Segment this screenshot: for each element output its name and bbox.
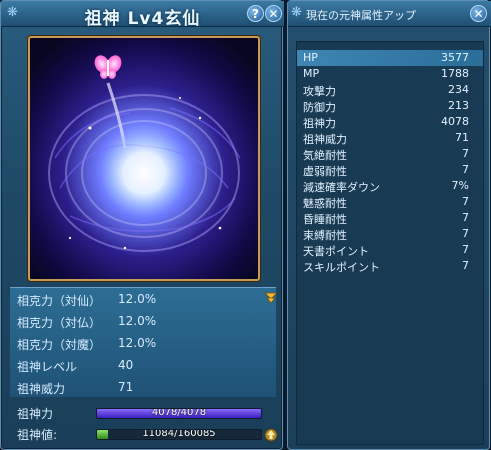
power-bar-text: 4078/4078 xyxy=(151,408,207,418)
attribute-list: HP 3577 MP 1788 攻撃力 234 防御力 213 祖神力 4078… xyxy=(296,41,484,445)
stats-list: 相克力（対仙） 12.0% 相克力（対仏） 12.0% 相克力（対魔） 12.0… xyxy=(10,287,278,398)
attribute-value: 7 xyxy=(462,147,469,160)
attribute-label: 防御力 xyxy=(303,101,336,114)
attribute-value: 7 xyxy=(462,243,469,256)
power-bar-label: 祖神力 xyxy=(17,407,54,421)
help-button[interactable]: ? xyxy=(247,5,264,22)
power-bar-row: 祖神力 4078/4078 xyxy=(10,404,276,422)
attribute-row[interactable]: 昏睡耐性 7 xyxy=(297,210,483,226)
attribute-row[interactable]: 気絶耐性 7 xyxy=(297,146,483,162)
attribute-value: 4078 xyxy=(441,115,469,128)
stat-value: 12.0% xyxy=(118,336,157,350)
attribute-value: 7 xyxy=(462,259,469,272)
stat-row: 相克力（対魔） 12.0% xyxy=(10,334,276,354)
attribute-value: 213 xyxy=(448,99,469,112)
window-title: 祖神 Lv4玄仙 xyxy=(84,9,201,29)
exp-bar: 11084/160085 xyxy=(96,429,262,440)
stat-value: 12.0% xyxy=(118,314,157,328)
stat-value: 12.0% xyxy=(118,292,157,306)
title-bar[interactable]: ❋ 祖神 Lv4玄仙 ? ✕ xyxy=(1,1,284,29)
rp-close-button[interactable]: ✕ xyxy=(470,5,487,22)
attribute-value: 1788 xyxy=(441,67,469,80)
attribute-label: HP xyxy=(303,51,318,64)
stat-label: 祖神レベル xyxy=(17,360,78,374)
exp-bar-label: 祖神値: xyxy=(17,428,58,442)
attribute-value: 7 xyxy=(462,211,469,224)
attribute-row[interactable]: 攻撃力 234 xyxy=(297,82,483,98)
attribute-label: 減速確率ダウン xyxy=(303,181,380,194)
stat-value: 40 xyxy=(118,358,134,372)
attribute-label: 祖神力 xyxy=(303,117,336,130)
attribute-value: 7 xyxy=(462,227,469,240)
stat-row: 祖神レベル 40 xyxy=(10,356,276,376)
attribute-label: 攻撃力 xyxy=(303,85,336,98)
stat-label: 相克力（対魔） xyxy=(17,338,102,352)
attribute-label: 虚弱耐性 xyxy=(303,165,347,178)
power-bar: 4078/4078 xyxy=(96,408,262,419)
spirit-orb-image xyxy=(30,38,258,279)
attribute-row[interactable]: 天書ポイント 7 xyxy=(297,242,483,258)
attribute-value: 3577 xyxy=(441,51,469,64)
dropdown-arrow-icon[interactable] xyxy=(264,291,278,305)
attribute-row[interactable]: 束縛耐性 7 xyxy=(297,226,483,242)
attribute-label: MP xyxy=(303,67,320,80)
rp-title-bar[interactable]: ❋ 現在の元神属性アップ ✕ xyxy=(288,1,491,27)
attribute-row[interactable]: MP 1788 xyxy=(297,66,483,82)
attribute-label: 祖神威力 xyxy=(303,133,347,146)
exp-bar-text: 11084/160085 xyxy=(142,429,216,439)
attribute-label: 昏睡耐性 xyxy=(303,213,347,226)
attribute-value: 7% xyxy=(451,179,469,192)
stat-label: 相克力（対仙） xyxy=(17,294,102,308)
attribute-row[interactable]: 祖神力 4078 xyxy=(297,114,483,130)
exp-bar-row: 祖神値: 11084/160085 xyxy=(10,425,278,443)
attribute-value: 7 xyxy=(462,163,469,176)
attribute-label: 天書ポイント xyxy=(303,245,369,258)
level-up-icon[interactable] xyxy=(264,428,278,442)
attribute-row[interactable]: HP 3577 xyxy=(297,50,483,66)
attribute-bonus-window: ❋ 現在の元神属性アップ ✕ HP 3577 MP 1788 攻撃力 234 防… xyxy=(287,0,491,450)
rp-window-title: 現在の元神属性アップ xyxy=(306,9,416,22)
stat-label: 祖神威力 xyxy=(17,382,66,396)
progress-area: 祖神力 4078/4078 祖神値: 11084/160085 xyxy=(10,400,278,446)
attribute-row[interactable]: 虚弱耐性 7 xyxy=(297,162,483,178)
stat-row: 相克力（対仏） 12.0% xyxy=(10,312,276,332)
close-button[interactable]: ✕ xyxy=(265,5,282,22)
attribute-value: 7 xyxy=(462,195,469,208)
attribute-label: 魅惑耐性 xyxy=(303,197,347,210)
attribute-value: 71 xyxy=(455,131,469,144)
attribute-row[interactable]: スキルポイント 7 xyxy=(297,258,483,274)
deity-portrait xyxy=(28,36,260,281)
stat-row: 祖神威力 71 xyxy=(10,378,276,398)
attribute-label: 気絶耐性 xyxy=(303,149,347,162)
attribute-row[interactable]: 祖神威力 71 xyxy=(297,130,483,146)
attribute-value: 234 xyxy=(448,83,469,96)
attribute-row[interactable]: 防御力 213 xyxy=(297,98,483,114)
shenshen-window: ❋ 祖神 Lv4玄仙 ? ✕ 相克力（対仙） 12.0% 相克力（対仏） 12.… xyxy=(0,0,284,450)
attribute-row[interactable]: 減速確率ダウン 7% xyxy=(297,178,483,194)
stat-label: 相克力（対仏） xyxy=(17,316,102,330)
attribute-label: 束縛耐性 xyxy=(303,229,347,242)
attribute-label: スキルポイント xyxy=(303,261,380,274)
stat-row: 相克力（対仙） 12.0% xyxy=(10,290,278,310)
attribute-row[interactable]: 魅惑耐性 7 xyxy=(297,194,483,210)
stat-value: 71 xyxy=(118,380,134,394)
